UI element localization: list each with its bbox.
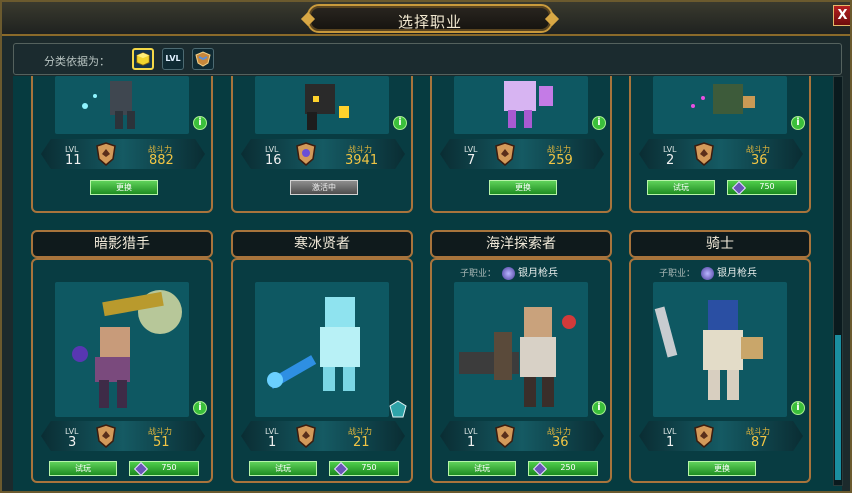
- subclass-label: 子职业：: [659, 269, 696, 279]
- price-value: 250: [560, 463, 576, 472]
- rank-shield-icon: [296, 142, 316, 166]
- info-icon[interactable]: i: [592, 116, 606, 130]
- filter-level-button[interactable]: LVL: [162, 48, 184, 70]
- trial-button[interactable]: 试玩: [49, 461, 117, 476]
- class-name-tab: 寒冰贤者: [231, 230, 413, 258]
- class-card[interactable]: 子职业： 银月枪兵 i LVL 1 战斗力 36 试玩 250: [430, 258, 612, 483]
- stat-bar: [639, 421, 803, 451]
- class-portrait: [454, 282, 588, 417]
- rank-shield-icon: [694, 142, 714, 166]
- stat-bar: [440, 421, 604, 451]
- subclass-row: 子职业： 银月枪兵: [659, 264, 799, 284]
- info-icon[interactable]: i: [791, 401, 805, 415]
- power-value: 882: [149, 153, 174, 168]
- rank-shield-icon: [495, 424, 515, 448]
- filter-rank-button[interactable]: [192, 48, 214, 70]
- switch-button[interactable]: 更换: [688, 461, 756, 476]
- rank-shield-icon: [96, 142, 116, 166]
- info-icon[interactable]: i: [592, 401, 606, 415]
- power-value: 87: [751, 435, 768, 450]
- class-card[interactable]: i LVL 16 战斗力 3941 激活中: [231, 76, 413, 213]
- stat-bar: [639, 139, 803, 169]
- class-grid: i LVL 11 战斗力 882 更换 i LVL 16 战斗力 3941 激活…: [13, 76, 842, 491]
- class-name-tab: 海洋探索者: [430, 230, 612, 258]
- active-button[interactable]: 激活中: [290, 180, 358, 195]
- class-portrait: [55, 282, 189, 417]
- title-plate: 选择职业: [300, 4, 560, 33]
- subclass-icon: [502, 267, 516, 280]
- level-value: 11: [65, 153, 82, 168]
- info-icon[interactable]: i: [791, 116, 805, 130]
- filter-label: 分类依据为：: [44, 55, 110, 68]
- subclass-icon: [701, 267, 715, 280]
- filter-bar: 分类依据为： LVL: [13, 43, 842, 75]
- stat-bar: [440, 139, 604, 169]
- class-card[interactable]: 子职业： 银月枪兵 i LVL 1 战斗力 87 更换: [629, 258, 811, 483]
- class-select-window: 选择职业 X 分类依据为： LVL i LVL 11 战斗力 882 更换 i …: [0, 0, 852, 493]
- power-value: 36: [751, 153, 768, 168]
- price-value: 750: [361, 463, 377, 472]
- buy-price-button[interactable]: 750: [329, 461, 399, 477]
- power-value: 21: [353, 435, 370, 450]
- price-value: 750: [161, 463, 177, 472]
- switch-button[interactable]: 更换: [489, 180, 557, 195]
- info-icon[interactable]: i: [193, 401, 207, 415]
- class-card[interactable]: i LVL 11 战斗力 882 更换: [31, 76, 213, 213]
- info-icon[interactable]: i: [193, 116, 207, 130]
- class-name-tab: 骑士: [629, 230, 811, 258]
- subclass-label: 子职业：: [460, 269, 497, 279]
- badge-icon: [389, 400, 407, 418]
- rank-shield-icon: [296, 424, 316, 448]
- power-value: 36: [552, 435, 569, 450]
- scrollbar-thumb[interactable]: [835, 335, 841, 480]
- price-value: 750: [759, 182, 775, 191]
- level-value: 1: [467, 435, 476, 450]
- level-value: 1: [268, 435, 277, 450]
- class-portrait: [653, 76, 787, 134]
- class-card[interactable]: i LVL 2 战斗力 36 试玩 750: [629, 76, 811, 213]
- level-icon: LVL: [165, 54, 181, 63]
- class-portrait: [255, 76, 389, 134]
- buy-price-button[interactable]: 750: [129, 461, 199, 477]
- level-value: 3: [68, 435, 77, 450]
- class-portrait: [55, 76, 189, 134]
- class-portrait: [653, 282, 787, 417]
- buy-price-button[interactable]: 250: [528, 461, 598, 477]
- switch-button[interactable]: 更换: [90, 180, 158, 195]
- buy-price-button[interactable]: 750: [727, 180, 797, 196]
- class-name-tab: 暗影猎手: [31, 230, 213, 258]
- stat-bar: [41, 421, 205, 451]
- subclass-name: 银月枪兵: [717, 268, 758, 279]
- trial-button[interactable]: 试玩: [448, 461, 516, 476]
- info-icon[interactable]: i: [393, 116, 407, 130]
- class-portrait: [454, 76, 588, 134]
- power-value: 3941: [345, 153, 379, 168]
- close-button[interactable]: X: [833, 5, 850, 26]
- subclass-name: 银月枪兵: [518, 268, 559, 279]
- rank-emblem-icon: [195, 51, 211, 67]
- trial-button[interactable]: 试玩: [249, 461, 317, 476]
- level-value: 1: [666, 435, 675, 450]
- stat-bar: [241, 421, 405, 451]
- power-value: 259: [548, 153, 573, 168]
- level-value: 7: [467, 153, 476, 168]
- level-value: 16: [265, 153, 282, 168]
- class-card[interactable]: i LVL 7 战斗力 259 更换: [430, 76, 612, 213]
- subclass-row: 子职业： 银月枪兵: [460, 264, 600, 284]
- title-bar: 选择职业 X: [2, 2, 850, 36]
- rank-shield-icon: [495, 142, 515, 166]
- class-portrait: [255, 282, 389, 417]
- window-title: 选择职业: [397, 13, 462, 31]
- cube-icon: [136, 52, 150, 66]
- scrollbar[interactable]: [833, 76, 843, 486]
- rank-shield-icon: [694, 424, 714, 448]
- trial-button[interactable]: 试玩: [647, 180, 715, 195]
- class-card[interactable]: LVL 1 战斗力 21 试玩 750: [231, 258, 413, 483]
- class-card[interactable]: i LVL 3 战斗力 51 试玩 750: [31, 258, 213, 483]
- rank-shield-icon: [96, 424, 116, 448]
- filter-cube-button[interactable]: [132, 48, 154, 70]
- power-value: 51: [153, 435, 170, 450]
- level-value: 2: [666, 153, 675, 168]
